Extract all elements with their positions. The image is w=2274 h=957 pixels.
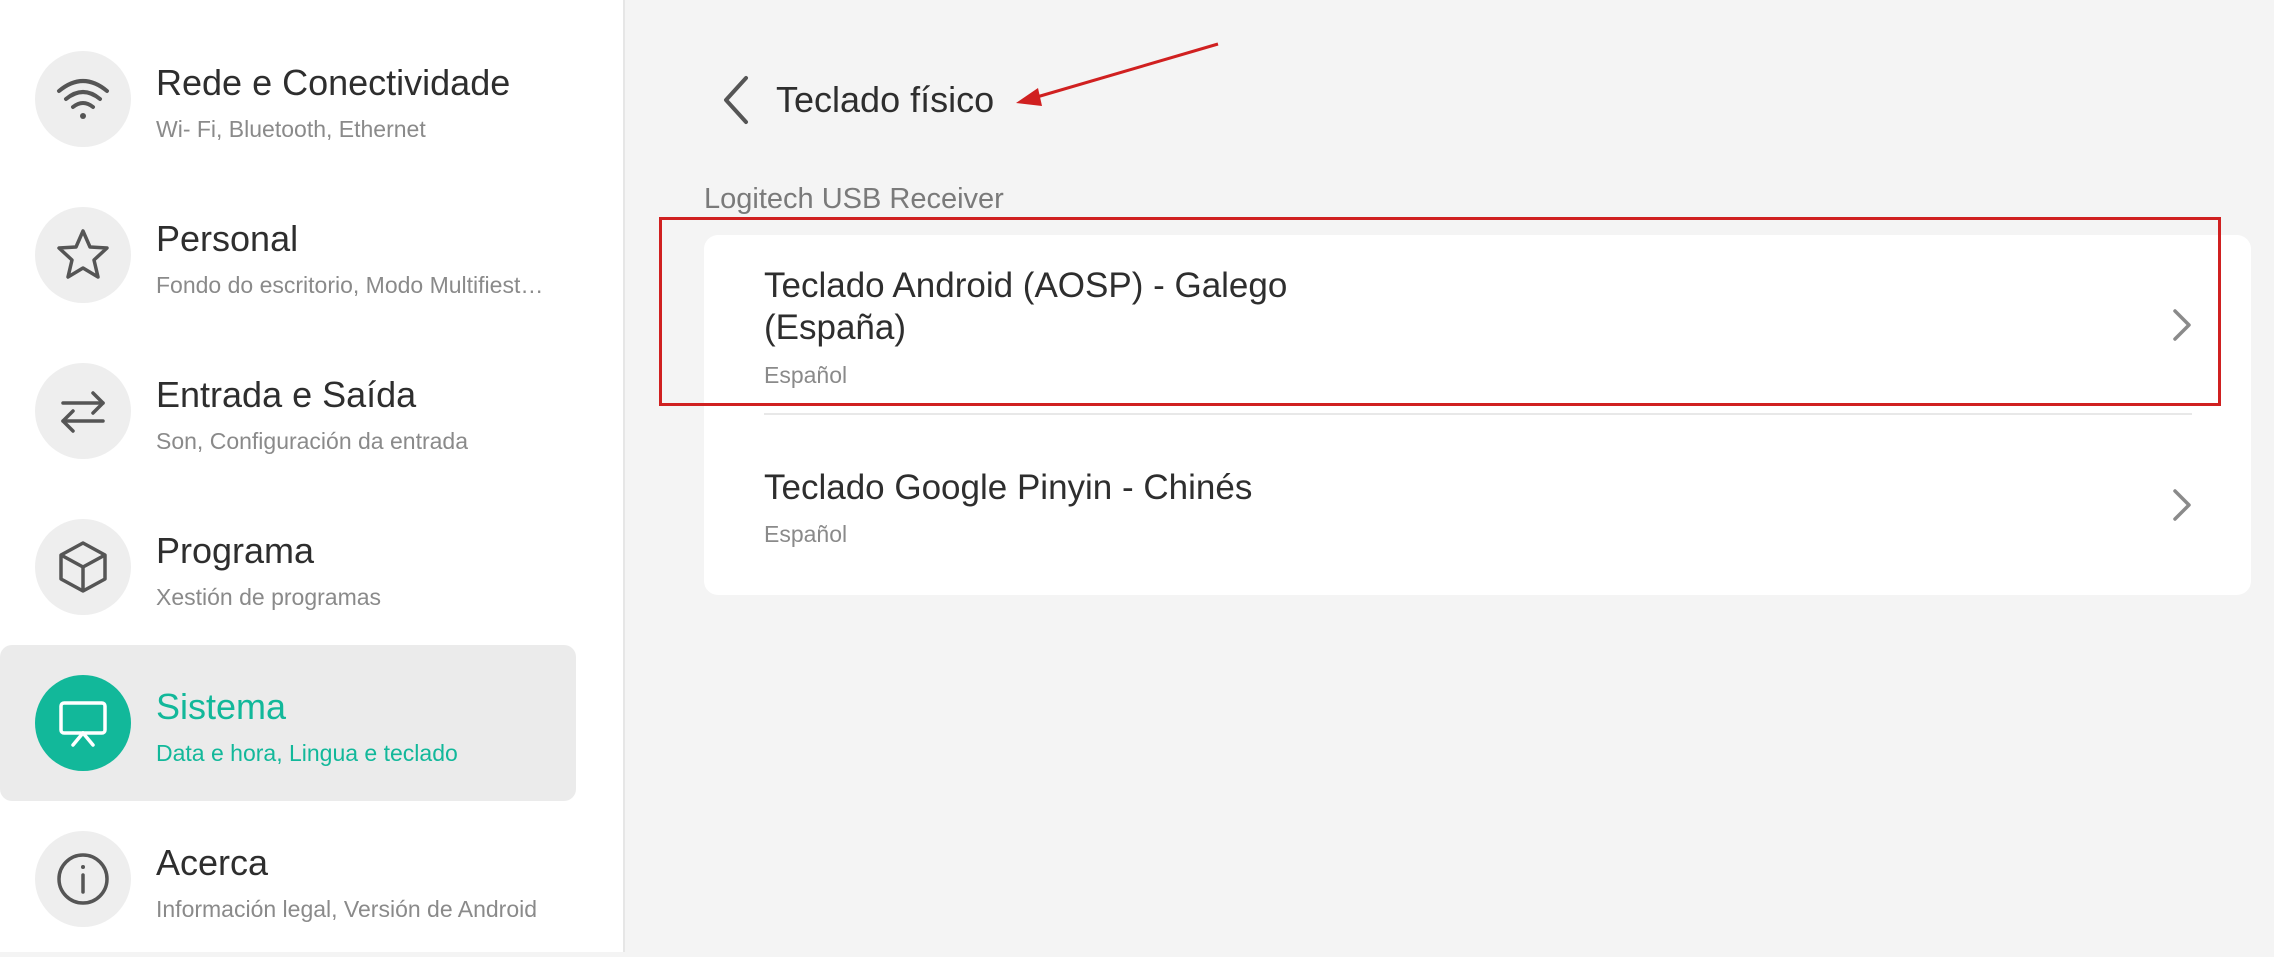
- back-chevron-icon: [724, 76, 748, 124]
- keyboard-item-subtitle: Español: [764, 521, 848, 547]
- sidebar-item-system[interactable]: Sistema Data e hora, Lingua e teclado: [0, 645, 576, 801]
- page-title: Teclado físico: [776, 79, 995, 120]
- keyboard-item-title: Teclado Android (AOSP) - Galego: [764, 266, 1288, 305]
- wifi-icon: [35, 51, 131, 147]
- sidebar-item-subtitle: Información legal, Versión de Android: [156, 896, 538, 922]
- sidebar-item-title: Programa: [156, 530, 315, 571]
- chevron-right-icon: [2173, 309, 2191, 341]
- sidebar-item-personal[interactable]: Personal Fondo do escritorio, Modo Multi…: [0, 177, 576, 333]
- keyboard-item-subtitle: Español: [764, 362, 848, 388]
- info-icon: [35, 831, 131, 927]
- star-icon: [35, 207, 131, 303]
- sidebar-item-title: Entrada e Saída: [156, 374, 417, 415]
- monitor-icon: [35, 675, 131, 771]
- sidebar-item-programs[interactable]: Programa Xestión de programas: [0, 489, 576, 645]
- swap-arrows-icon: [35, 363, 131, 459]
- sidebar-item-about[interactable]: Acerca Información legal, Versión de And…: [0, 801, 576, 957]
- sidebar-item-title: Personal: [156, 218, 299, 259]
- keyboard-item-google-pinyin[interactable]: Teclado Google Pinyin - Chinés Español: [704, 415, 2251, 595]
- sidebar-item-subtitle: Son, Configuración da entrada: [156, 428, 468, 454]
- back-button[interactable]: [706, 70, 766, 130]
- sidebar-item-network[interactable]: Rede e Conectividade Wi- Fi, Bluetooth, …: [0, 21, 576, 177]
- keyboard-list-card: Teclado Android (AOSP) - Galego (España)…: [704, 235, 2251, 595]
- sidebar-item-subtitle: Xestión de programas: [156, 584, 382, 610]
- device-name-header: Logitech USB Receiver: [704, 183, 1004, 215]
- keyboard-item-android-aosp[interactable]: Teclado Android (AOSP) - Galego (España)…: [704, 235, 2251, 415]
- sidebar-item-subtitle: Fondo do escritorio, Modo Multifiest…: [156, 272, 544, 298]
- sidebar-item-title: Rede e Conectividade: [156, 62, 511, 103]
- sidebar-item-input-output[interactable]: Entrada e Saída Son, Configuración da en…: [0, 333, 576, 489]
- keyboard-item-title-line2: (España): [764, 308, 907, 347]
- sidebar-item-title: Acerca: [156, 842, 269, 883]
- sidebar-item-title: Sistema: [156, 686, 287, 727]
- sidebar-item-subtitle: Wi- Fi, Bluetooth, Ethernet: [156, 116, 426, 142]
- sidebar: Rede e Conectividade Wi- Fi, Bluetooth, …: [0, 0, 625, 952]
- chevron-right-icon: [2173, 489, 2191, 521]
- keyboard-item-title: Teclado Google Pinyin - Chinés: [764, 468, 1253, 507]
- cube-icon: [35, 519, 131, 615]
- sidebar-item-subtitle: Data e hora, Lingua e teclado: [156, 740, 458, 766]
